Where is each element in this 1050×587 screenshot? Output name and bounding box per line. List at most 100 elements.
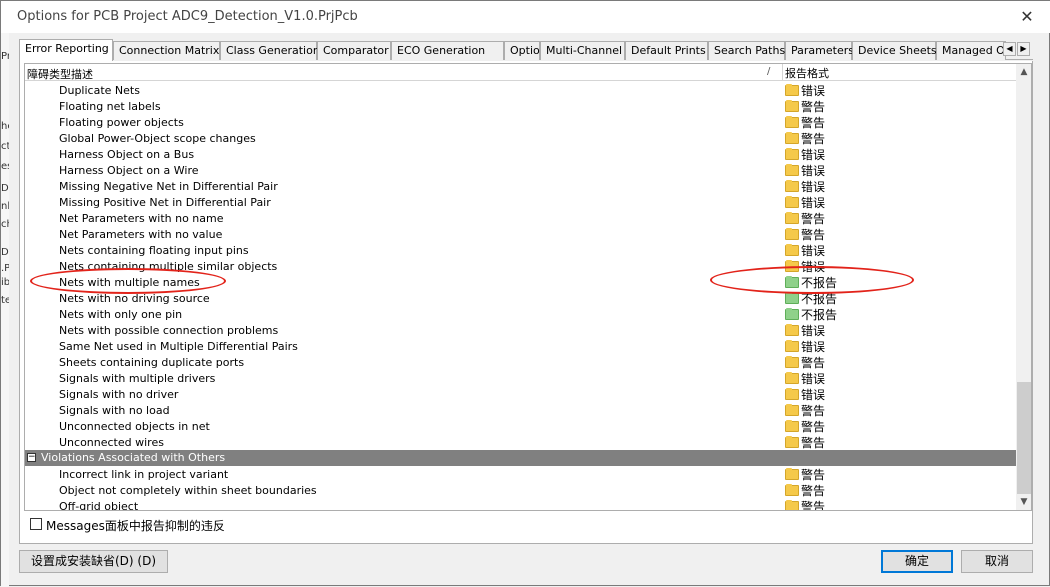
- violation-row[interactable]: Object not completely within sheet bound…: [25, 482, 1016, 498]
- background-fragment: Pr: [1, 51, 9, 62]
- set-default-button[interactable]: 设置成安装缺省(D) (D): [19, 550, 168, 573]
- folder-icon: [785, 356, 799, 368]
- violation-row[interactable]: Nets with possible connection problems 错误: [25, 322, 1016, 338]
- tab-bar: Error Reporting Connection Matrix Class Ge…: [19, 39, 1033, 61]
- suppress-checkbox[interactable]: [30, 518, 42, 530]
- report-format-label: 警告: [801, 468, 826, 482]
- folder-icon: [785, 164, 799, 176]
- report-format-label: 警告: [801, 100, 826, 114]
- tab-scroll-left-icon[interactable]: ◀: [1003, 42, 1016, 56]
- violation-name: Signals with no driver: [59, 388, 179, 401]
- violation-row[interactable]: Global Power-Object scope changes 警告: [25, 130, 1016, 146]
- tab-eco-generation[interactable]: ECO Generation: [391, 41, 504, 60]
- violation-name: Net Parameters with no name: [59, 212, 224, 225]
- violation-row[interactable]: Sheets containing duplicate ports 警告: [25, 354, 1016, 370]
- tab-default-prints[interactable]: Default Prints: [625, 41, 708, 60]
- header-report-format[interactable]: 报告格式: [785, 65, 829, 81]
- background-fragment: he: [1, 121, 9, 132]
- tab-parameters[interactable]: Parameters: [785, 41, 854, 60]
- folder-icon: [785, 148, 799, 160]
- violation-row[interactable]: Nets with only one pin 不报告: [25, 306, 1016, 322]
- collapse-icon[interactable]: −: [27, 453, 36, 462]
- report-format-label: 错误: [801, 260, 826, 274]
- folder-icon: [785, 132, 799, 144]
- violation-row[interactable]: Net Parameters with no value 警告: [25, 226, 1016, 242]
- violation-row[interactable]: Floating net labels 警告: [25, 98, 1016, 114]
- violation-row[interactable]: Missing Positive Net in Differential Pai…: [25, 194, 1016, 210]
- ok-button[interactable]: 确定: [881, 550, 953, 573]
- folder-icon: [785, 292, 799, 304]
- tab-search-paths[interactable]: Search Paths: [708, 41, 785, 60]
- group-title: Violations Associated with Others: [41, 451, 226, 464]
- background-fragment: .P: [1, 263, 9, 274]
- folder-icon: [785, 420, 799, 432]
- folder-icon: [785, 228, 799, 240]
- tab-error-reporting[interactable]: Error Reporting: [19, 39, 113, 61]
- scroll-down-icon[interactable]: ▼: [1016, 494, 1031, 510]
- violation-row[interactable]: Nets containing multiple similar objects…: [25, 258, 1016, 274]
- suppress-label: Messages面板中报告抑制的违反: [46, 519, 225, 533]
- report-format-label: 错误: [801, 388, 826, 402]
- violation-row[interactable]: Nets containing floating input pins 错误: [25, 242, 1016, 258]
- violation-row[interactable]: Missing Negative Net in Differential Pai…: [25, 178, 1016, 194]
- violation-name: Nets with no driving source: [59, 292, 210, 305]
- scroll-up-icon[interactable]: ▲: [1016, 64, 1031, 80]
- violation-row[interactable]: Harness Object on a Bus 错误: [25, 146, 1016, 162]
- vertical-scrollbar[interactable]: ▲ ▼: [1016, 64, 1031, 510]
- violation-row[interactable]: Floating power objects 警告: [25, 114, 1016, 130]
- tab-managed-o[interactable]: Managed O: [936, 41, 1006, 60]
- violation-row[interactable]: Signals with no load 警告: [25, 402, 1016, 418]
- tab-multi-channel[interactable]: Multi-Channel: [540, 41, 625, 60]
- violation-name: Off-grid object: [59, 500, 139, 510]
- report-format-label: 警告: [801, 500, 826, 510]
- folder-icon: [785, 212, 799, 224]
- report-format-label: 警告: [801, 116, 826, 130]
- violation-name: Unconnected wires: [59, 436, 164, 449]
- folder-icon: [785, 484, 799, 496]
- background-fragment: nl: [1, 201, 9, 212]
- folder-icon: [785, 500, 799, 510]
- tab-connection-matrix[interactable]: Connection Matrix: [113, 41, 220, 60]
- folder-icon: [785, 244, 799, 256]
- report-format-label: 不报告: [801, 308, 838, 322]
- background-app-strip: Pr he ct es Dnl ch D .P ib te: [1, 33, 9, 587]
- tab-comparator[interactable]: Comparator: [317, 41, 391, 60]
- violation-row[interactable]: Net Parameters with no name 警告: [25, 210, 1016, 226]
- violation-row[interactable]: Unconnected objects in net 警告: [25, 418, 1016, 434]
- header-violation-type[interactable]: 障碍类型描述: [27, 66, 93, 82]
- folder-icon: [785, 308, 799, 320]
- report-format-label: 错误: [801, 372, 826, 386]
- violation-row[interactable]: Nets with multiple names 不报告: [25, 274, 1016, 290]
- violation-name: Sheets containing duplicate ports: [59, 356, 245, 369]
- tab-device-sheets[interactable]: Device Sheets: [852, 41, 937, 60]
- violation-name: Nets containing multiple similar objects: [59, 260, 278, 273]
- violation-name: Signals with no load: [59, 404, 170, 417]
- tab-class-generation[interactable]: Class Generation: [220, 41, 320, 60]
- grid-rows: Duplicate Nets 错误 Floating net labels 警告 Flo…: [25, 82, 1016, 510]
- violation-row[interactable]: Same Net used in Multiple Differential P…: [25, 338, 1016, 354]
- folder-icon: [785, 116, 799, 128]
- violation-row[interactable]: Incorrect link in project variant 警告: [25, 466, 1016, 482]
- violation-row[interactable]: Duplicate Nets 错误: [25, 82, 1016, 98]
- violation-row[interactable]: Signals with no driver 错误: [25, 386, 1016, 402]
- violation-row[interactable]: Nets with no driving source 不报告: [25, 290, 1016, 306]
- violation-row[interactable]: Unconnected wires 警告: [25, 434, 1016, 450]
- column-divider[interactable]: [782, 64, 783, 81]
- group-header-row[interactable]: − Violations Associated with Others: [25, 450, 1016, 466]
- folder-icon: [785, 276, 799, 288]
- cancel-button[interactable]: 取消: [961, 550, 1033, 573]
- report-format-label: 错误: [801, 340, 826, 354]
- tab-scroll-right-icon[interactable]: ▶: [1017, 42, 1030, 56]
- tab-options[interactable]: Options: [504, 41, 552, 60]
- violation-name: Floating power objects: [59, 116, 184, 129]
- violation-row[interactable]: Signals with multiple drivers 错误: [25, 370, 1016, 386]
- report-format-label: 错误: [801, 324, 826, 338]
- close-icon[interactable]: ✕: [1017, 7, 1037, 27]
- violation-row[interactable]: Harness Object on a Wire 错误: [25, 162, 1016, 178]
- report-format-label: 警告: [801, 228, 826, 242]
- scroll-thumb[interactable]: [1017, 382, 1031, 494]
- folder-icon: [785, 468, 799, 480]
- violation-row[interactable]: Off-grid object 警告: [25, 498, 1016, 510]
- violations-grid: 障碍类型描述 / 报告格式 Duplicate Nets 错误 Floating n…: [24, 63, 1032, 511]
- report-format-label: 警告: [801, 420, 826, 434]
